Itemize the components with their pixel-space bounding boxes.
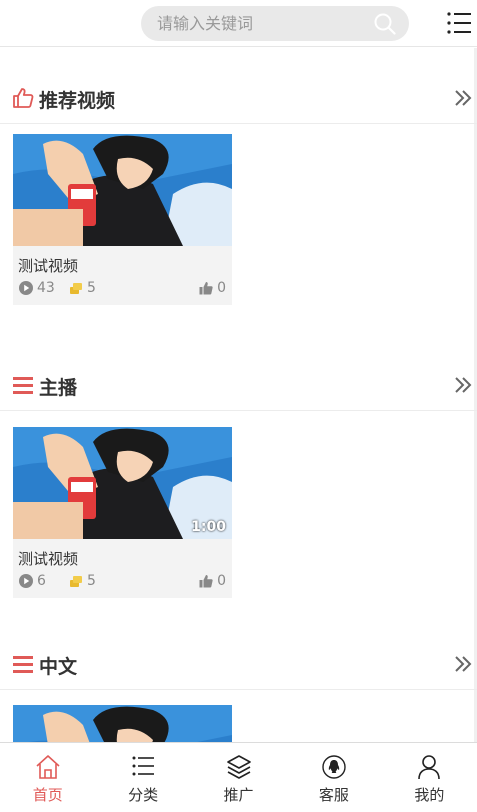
section-title: 主播 [39,377,78,399]
coin-count-value: 5 [87,573,96,589]
like-count-value: 0 [217,280,226,296]
video-card[interactable] [13,705,232,742]
more-chevron-icon[interactable] [454,655,472,673]
search-input[interactable] [157,6,367,41]
coin-count: 5 [69,278,96,298]
tab-category[interactable]: 分类 [95,743,190,812]
more-chevron-icon[interactable] [454,376,472,394]
video-thumbnail[interactable]: 1:00 [13,427,232,539]
like-count-value: 0 [217,573,226,589]
top-bar [0,0,477,47]
video-card[interactable]: 1:00 测试视频 6 5 0 [13,427,232,598]
tab-service[interactable]: 客服 [286,743,381,812]
thumbs-up-icon [13,88,34,108]
video-stats: 6 5 0 [13,571,232,598]
video-thumbnail[interactable] [13,705,232,742]
tab-label: 推广 [223,786,254,804]
like-count[interactable]: 0 [199,278,226,298]
video-stats: 43 5 0 [13,278,232,305]
list-icon [13,377,33,394]
list-icon [13,656,33,673]
video-duration: 1:00 [191,519,226,535]
coin-icon [70,283,82,294]
video-thumbnail[interactable] [13,134,232,246]
video-thumbnail-image [13,134,232,246]
layers-icon [226,755,251,779]
section-header: 中文 [0,631,477,690]
section-chinese: 中文 [0,631,477,742]
like-icon [199,575,213,588]
bottom-nav: 首页 分类 推广 客服 我的 [0,742,477,812]
tab-home[interactable]: 首页 [0,743,95,812]
video-title[interactable]: 测试视频 [13,539,232,571]
section-anchor: 主播 1:00 测试视频 6 5 0 [0,338,477,598]
coin-count: 5 [69,571,96,591]
tab-mine[interactable]: 我的 [382,743,477,812]
tab-label: 分类 [128,786,159,804]
video-title[interactable]: 测试视频 [13,246,232,278]
play-icon [19,574,33,588]
search-box[interactable] [141,6,409,41]
play-icon [19,281,33,295]
tab-promote[interactable]: 推广 [191,743,286,812]
section-header: 推荐视频 [0,48,477,124]
like-count[interactable]: 0 [199,571,226,591]
more-chevron-icon[interactable] [454,89,472,107]
qq-icon [322,755,346,779]
video-card[interactable]: 测试视频 43 5 0 [13,134,232,305]
section-title: 中文 [39,656,78,678]
coin-count-value: 5 [87,280,96,296]
view-count-value: 43 [37,280,55,296]
coin-icon [70,576,82,587]
tab-label: 我的 [414,786,445,804]
category-list-icon [132,756,155,776]
section-recommended: 推荐视频 测试视频 43 5 0 [0,48,477,305]
search-icon[interactable] [374,13,396,35]
menu-icon[interactable] [446,10,472,36]
view-count-value: 6 [37,573,46,589]
section-header: 主播 [0,338,477,411]
tab-label: 客服 [318,786,349,804]
main-content: 推荐视频 测试视频 43 5 0 主播 1:00 测试视频 6 5 0 中文 [0,48,477,742]
view-count: 43 [19,278,55,298]
home-icon [36,755,60,779]
video-thumbnail-image [13,705,232,742]
section-title: 推荐视频 [39,90,116,112]
view-count: 6 [19,571,46,591]
tab-label: 首页 [32,786,63,804]
like-icon [199,282,213,295]
user-icon [418,755,441,780]
